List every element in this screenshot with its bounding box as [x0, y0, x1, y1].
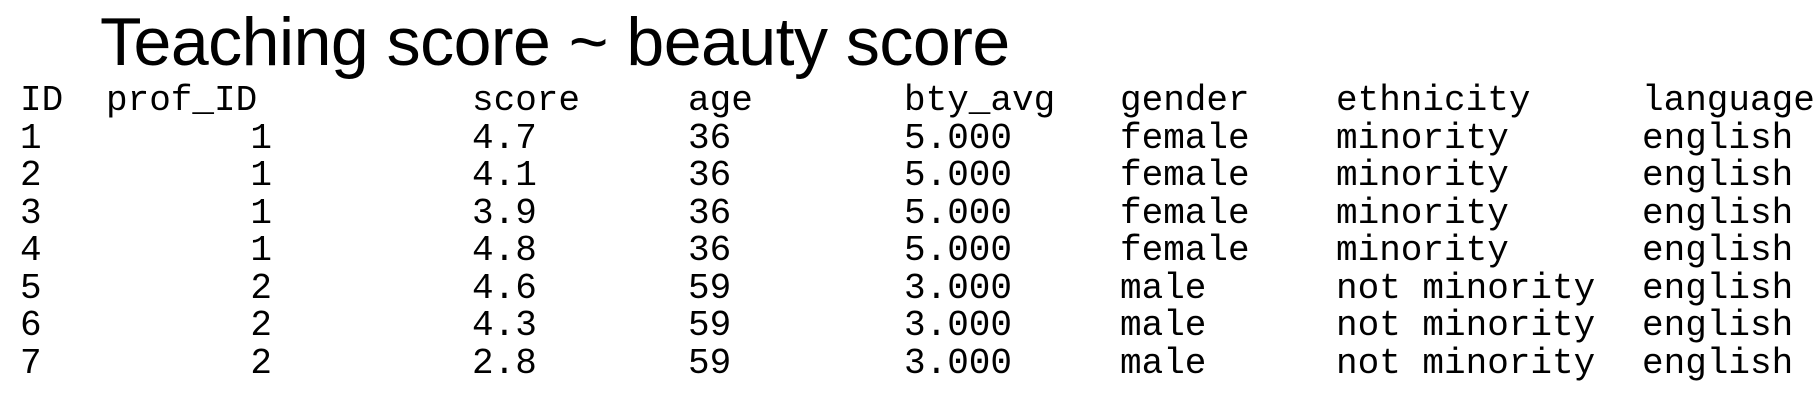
table-body: 1 1 4.7 36 5.000 female minority english 2 1 4.1 36…	[0, 117, 1816, 384]
cell-bty-avg: 3.000	[904, 305, 1013, 346]
column-header-bty-avg: bty_avg	[904, 80, 1056, 121]
cell-score: 4.1	[472, 155, 537, 196]
cell-id: 3	[20, 192, 42, 234]
column-header-gender: gender	[1120, 80, 1250, 121]
cell-prof-id: 2	[250, 342, 272, 384]
cell-ethnicity: not minority	[1336, 342, 1596, 384]
cell-score: 2.8	[472, 342, 537, 384]
column-header-score: score	[472, 80, 581, 121]
cell-score: 4.6	[472, 267, 537, 309]
cell-language: english	[1642, 117, 1794, 159]
cell-language: english	[1642, 305, 1794, 346]
cell-id: 2	[20, 155, 42, 196]
column-header-prof-id: prof_ID	[106, 80, 258, 121]
cell-age: 59	[688, 342, 732, 384]
table-row: 1 1 4.7 36 5.000 female minority english	[0, 117, 1816, 159]
cell-score: 4.7	[472, 117, 537, 159]
cell-age: 59	[688, 305, 732, 346]
cell-bty-avg: 5.000	[904, 155, 1013, 196]
cell-prof-id: 1	[250, 230, 272, 271]
cell-id: 4	[20, 230, 42, 271]
cell-gender: female	[1120, 117, 1250, 159]
cell-bty-avg: 3.000	[904, 342, 1013, 384]
column-header-language: language	[1642, 80, 1815, 121]
cell-language: english	[1642, 342, 1794, 384]
cell-ethnicity: minority	[1336, 155, 1509, 196]
cell-prof-id: 2	[250, 267, 272, 309]
cell-bty-avg: 3.000	[904, 267, 1013, 309]
cell-gender: male	[1120, 267, 1207, 309]
cell-id: 6	[20, 305, 42, 346]
cell-prof-id: 2	[250, 305, 272, 346]
cell-id: 5	[20, 267, 42, 309]
cell-ethnicity: not minority	[1336, 267, 1596, 309]
cell-age: 59	[688, 267, 732, 309]
cell-age: 36	[688, 192, 732, 234]
table-row: 2 1 4.1 36 5.000 female minority english	[0, 157, 1816, 195]
cell-language: english	[1642, 192, 1794, 234]
cell-score: 4.3	[472, 305, 537, 346]
table-row: 7 2 2.8 59 3.000 male not minority english	[0, 342, 1816, 384]
cell-bty-avg: 5.000	[904, 117, 1013, 159]
table-row: 6 2 4.3 59 3.000 male not minority english	[0, 307, 1816, 345]
cell-ethnicity: minority	[1336, 117, 1509, 159]
cell-score: 3.9	[472, 192, 537, 234]
cell-prof-id: 1	[250, 192, 272, 234]
cell-ethnicity: not minority	[1336, 305, 1596, 346]
cell-language: english	[1642, 230, 1794, 271]
cell-language: english	[1642, 267, 1794, 309]
cell-score: 4.8	[472, 230, 537, 271]
table-row: 4 1 4.8 36 5.000 female minority english	[0, 232, 1816, 270]
cell-prof-id: 1	[250, 117, 272, 159]
cell-gender: female	[1120, 155, 1250, 196]
cell-age: 36	[688, 117, 732, 159]
cell-prof-id: 1	[250, 155, 272, 196]
cell-ethnicity: minority	[1336, 192, 1509, 234]
table-row: 3 1 3.9 36 5.000 female minority english	[0, 192, 1816, 234]
cell-language: english	[1642, 155, 1794, 196]
table-header-row: ID prof_ID score age bty_avg gender ethnicity l…	[0, 82, 1816, 120]
column-header-age: age	[688, 80, 753, 121]
cell-age: 36	[688, 155, 732, 196]
column-header-ethnicity: ethnicity	[1336, 80, 1531, 121]
data-table: ID prof_ID score age bty_avg gender ethnicity l…	[0, 82, 1816, 382]
cell-gender: male	[1120, 342, 1207, 384]
cell-id: 7	[20, 342, 42, 384]
cell-gender: female	[1120, 192, 1250, 234]
cell-bty-avg: 5.000	[904, 192, 1013, 234]
slide-title: Teaching score ~ beauty score	[100, 4, 1010, 80]
table-row: 5 2 4.6 59 3.000 male not minority english	[0, 267, 1816, 309]
cell-bty-avg: 5.000	[904, 230, 1013, 271]
cell-gender: male	[1120, 305, 1207, 346]
cell-ethnicity: minority	[1336, 230, 1509, 271]
cell-gender: female	[1120, 230, 1250, 271]
cell-age: 36	[688, 230, 732, 271]
cell-id: 1	[20, 117, 42, 159]
column-header-id: ID	[20, 80, 64, 121]
